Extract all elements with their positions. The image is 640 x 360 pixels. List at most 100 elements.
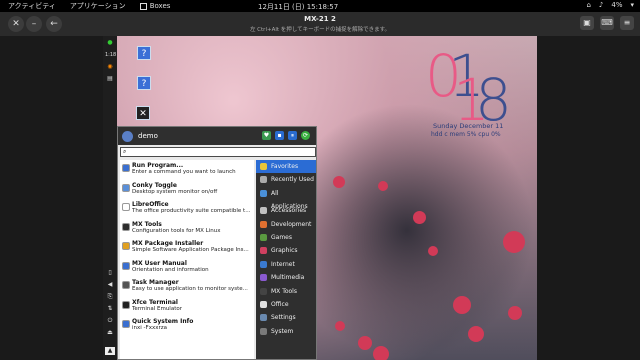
current-app-name: Boxes [149,2,171,10]
wallpaper-flower [413,211,426,224]
power-menu-icon[interactable]: ▾ [630,1,634,9]
app-item[interactable]: Xfce Terminal Terminal Emulator [120,297,254,317]
desktop-x-icon[interactable]: ✕ [136,106,150,120]
category-icon [260,327,267,335]
category-item[interactable]: Games [256,231,316,244]
app-icon [122,281,130,289]
settings-manager-icon[interactable]: ▪ [275,131,284,140]
app-icon [122,300,130,309]
category-icon [260,163,267,170]
app-icon [122,242,130,250]
switch-user-icon[interactable]: ⏸ [288,131,297,140]
screenshot-icon[interactable]: ▣ [580,16,594,30]
app-item[interactable]: Quick System Info inxi -Fxxxrza [120,316,254,336]
app-item[interactable]: MX Tools Configuration tools for MX Linux [120,219,254,239]
app-item[interactable]: MX User Manual Orientation and informatio… [120,258,254,278]
wallpaper-flower [358,336,372,350]
clock-datetime[interactable]: 12月11日 (日) 15:18:57 [258,2,338,12]
app-description: Orientation and information [132,266,209,273]
category-label: Accessories [271,207,307,215]
file-manager-icon[interactable]: ▤ [106,75,114,83]
category-item[interactable]: MX Tools [256,285,316,298]
app-description: The office productivity suite compatible… [132,208,251,214]
category-item[interactable]: Favorites [256,160,316,174]
category-label: Settings [271,314,296,322]
category-item[interactable]: Internet [256,258,316,271]
app-description: Simple Software Application Package Ins.… [132,247,249,253]
app-item[interactable]: MX Package Installer Simple Software Appl… [120,238,254,258]
wallpaper-flower [378,181,388,191]
volume-icon[interactable]: ♪ [599,1,603,9]
search-icon: ⌕ [123,148,127,155]
whisker-menu-icon[interactable]: ▲ [105,347,115,355]
app-description: inxi -Fxxxrza [132,325,167,331]
category-item[interactable]: System [256,325,316,338]
xfce-panel: ● 1:18 ◉ ▤ ▯ ◀ ⎘ ⇅ ⏻ ⏏ ▲ [103,36,117,360]
lock-screen-icon[interactable]: ♥ [262,131,271,140]
app-title: LibreOffice [132,201,169,208]
wallpaper-flower [428,246,438,256]
current-app-menu[interactable]: Boxes [139,2,171,10]
updater-icon[interactable]: ▯ [106,269,114,277]
eject-icon[interactable]: ⏏ [106,329,114,337]
desktop-help-icon[interactable]: ? [137,76,151,90]
app-title: MX User Manual [132,259,187,267]
app-item[interactable]: LibreOffice The office productivity suite… [120,199,254,219]
wallpaper-flower [373,346,389,360]
category-label: System [271,327,294,335]
log-out-icon[interactable]: ⟳ [301,131,310,140]
category-item[interactable]: Office [256,298,316,311]
app-title: Conky Toggle [132,181,177,189]
app-icon [122,320,130,328]
menu-icon[interactable]: ≡ [620,16,634,30]
menu-search-input[interactable]: ⌕ [120,147,316,157]
category-item[interactable]: Development [256,218,316,231]
user-avatar-icon [122,130,133,142]
category-item[interactable]: Graphics [256,244,316,257]
category-icon [260,233,267,241]
app-item[interactable]: Conky Toggle Desktop system monitor on/of… [120,180,254,200]
keyboard-icon[interactable]: ⌨ [600,16,614,30]
app-icon [122,183,130,192]
menu-header: demo ♥ ▪ ⏸ ⟳ [118,127,316,145]
app-title: Task Manager [132,279,179,286]
app-item[interactable]: Task Manager Easy to use application to m… [120,277,254,297]
category-icon [260,247,267,255]
category-label: Internet [271,260,295,268]
power-icon[interactable]: ⏻ [106,317,114,325]
panel-clock[interactable]: 1:18 [105,51,116,59]
wallpaper-flower [503,231,525,253]
app-title: Xfce Terminal [132,298,178,306]
wallpaper-flower [453,296,471,314]
desktop-help-icon[interactable]: ? [137,46,151,60]
firefox-icon[interactable]: ◉ [106,63,114,71]
app-icon [122,261,130,270]
volume-panel-icon[interactable]: ◀ [106,281,114,289]
category-label: Multimedia [271,274,305,282]
network-panel-icon[interactable]: ⇅ [106,305,114,313]
applications-menu[interactable]: アプリケーション [70,1,126,11]
wallpaper-flower [333,176,345,188]
network-icon[interactable]: ⌂ [586,1,590,9]
app-description: Easy to use application to monitor syste… [132,286,248,292]
battery-percent[interactable]: 4% [611,1,622,9]
conky-stats: hdd c mem 5% cpu 0% [431,131,501,138]
category-label: Office [271,300,289,308]
category-item[interactable]: Accessories [256,204,316,217]
category-item[interactable]: Multimedia [256,271,316,284]
clipboard-icon[interactable]: ⎘ [106,293,114,301]
category-item[interactable]: Settings [256,311,316,324]
category-label: Development [271,220,312,228]
category-item[interactable]: All Applications [256,187,316,210]
app-description: Terminal Emulator [132,305,182,312]
mx-logo-icon[interactable]: ● [106,39,114,47]
category-icon [260,260,267,268]
categories-list: Favorites Recently Used All Applications Ac… [256,160,316,359]
category-icon [260,274,267,282]
activities-button[interactable]: アクティビティ [8,1,56,11]
category-icon [260,287,267,295]
category-icon [260,220,267,228]
category-item[interactable]: Recently Used [256,173,316,186]
app-item[interactable]: Run Program... Enter a command you want t… [120,160,254,180]
app-description: Enter a command you want to launch [132,169,236,175]
